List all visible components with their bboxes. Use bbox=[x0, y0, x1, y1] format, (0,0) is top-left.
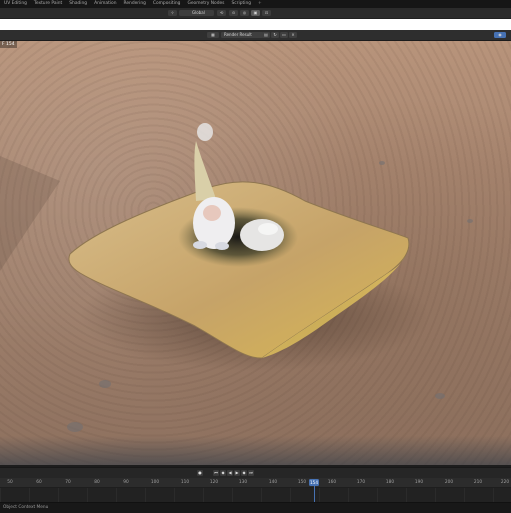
proportional-edit-icon[interactable]: ◎ bbox=[240, 10, 249, 16]
editor-type-icon[interactable]: ▦ bbox=[207, 32, 219, 38]
image-name-field[interactable]: Render Result bbox=[221, 32, 263, 38]
tab-compositing[interactable]: Compositing bbox=[149, 0, 184, 8]
tab-animation[interactable]: Animation bbox=[90, 0, 119, 8]
stone-highlight bbox=[258, 223, 278, 235]
render-viewport[interactable]: F 154 bbox=[0, 41, 511, 465]
image-browse-icon[interactable]: ▤ bbox=[262, 32, 270, 38]
orientation-icon[interactable]: ⊹ bbox=[168, 10, 177, 16]
jump-start-icon[interactable]: ⏮ bbox=[213, 470, 219, 476]
add-workspace-button[interactable]: + bbox=[254, 0, 265, 8]
tick-label: 60 bbox=[36, 480, 42, 485]
image-name-label: Render Result bbox=[224, 32, 252, 37]
tab-scripting[interactable]: Scripting bbox=[227, 0, 254, 8]
transform-orientation-dropdown[interactable]: Global bbox=[179, 10, 214, 16]
play-reverse-icon[interactable]: ◀ bbox=[227, 470, 233, 476]
frame-label: F 154 bbox=[0, 41, 17, 48]
next-keyframe-icon[interactable]: ◆ bbox=[241, 470, 247, 476]
overlay-icon[interactable]: ▣ bbox=[251, 10, 260, 16]
tab-uv-editing[interactable]: UV Editing bbox=[0, 0, 30, 8]
tick-label: 50 bbox=[7, 480, 13, 485]
tick-label: 200 bbox=[444, 480, 454, 485]
workspace-tabs: UV Editing Texture Paint Shading Animati… bbox=[0, 0, 511, 8]
gnome-foot bbox=[193, 241, 207, 249]
tick-label: 70 bbox=[65, 480, 71, 485]
gnome-pompom bbox=[197, 123, 213, 141]
transform-orientation-label: Global bbox=[192, 10, 205, 15]
blank-panel bbox=[0, 19, 511, 30]
tick-label: 120 bbox=[209, 480, 219, 485]
tick-label: 110 bbox=[180, 480, 190, 485]
gnome-foot-right bbox=[215, 242, 229, 250]
cast-shadow bbox=[0, 156, 60, 271]
header-toolbar: ⊹ Global ⟲ ⊙ ◎ ▣ ⊡ bbox=[0, 8, 511, 19]
tab-texture-paint[interactable]: Texture Paint bbox=[30, 0, 65, 8]
gnome-hat bbox=[194, 141, 216, 201]
viewport-footer-shade bbox=[0, 436, 511, 465]
tick-label: 80 bbox=[94, 480, 100, 485]
tick-label: 170 bbox=[356, 480, 366, 485]
prev-keyframe-icon[interactable]: ◆ bbox=[220, 470, 226, 476]
tab-geometry-nodes[interactable]: Geometry Nodes bbox=[183, 0, 227, 8]
reload-icon[interactable]: ↻ bbox=[271, 32, 279, 38]
tab-shading[interactable]: Shading bbox=[65, 0, 90, 8]
tick-label: 180 bbox=[385, 480, 395, 485]
tick-label: 130 bbox=[238, 480, 248, 485]
tick-label: 100 bbox=[150, 480, 160, 485]
folder-icon[interactable]: ▭ bbox=[280, 32, 288, 38]
white-stone bbox=[240, 219, 284, 251]
tick-label: 140 bbox=[268, 480, 278, 485]
tab-rendering[interactable]: Rendering bbox=[119, 0, 148, 8]
keyframe-icon[interactable]: ● bbox=[197, 470, 203, 476]
gnome-face bbox=[203, 205, 221, 221]
close-icon[interactable]: × bbox=[289, 32, 297, 38]
current-frame-indicator[interactable]: 154 bbox=[309, 479, 319, 486]
tick-label: 220 bbox=[500, 480, 510, 485]
render-image bbox=[0, 123, 473, 432]
pivot-icon[interactable]: ⟲ bbox=[217, 10, 226, 16]
snap-icon[interactable]: ⊙ bbox=[229, 10, 238, 16]
camera-icon[interactable]: ◉ bbox=[494, 32, 506, 38]
xray-icon[interactable]: ⊡ bbox=[262, 10, 271, 16]
timeline-ruler[interactable]: 50 60 70 80 90 100 110 120 130 140 150 1… bbox=[0, 478, 511, 488]
playhead[interactable] bbox=[314, 486, 315, 502]
jump-end-icon[interactable]: ⏭ bbox=[248, 470, 254, 476]
tick-label: 90 bbox=[123, 480, 129, 485]
tick-label: 190 bbox=[414, 480, 424, 485]
tick-label: 210 bbox=[473, 480, 483, 485]
timeline-tracks[interactable] bbox=[0, 488, 511, 502]
play-icon[interactable]: ▶ bbox=[234, 470, 240, 476]
status-bar: Object Context Menu bbox=[0, 502, 511, 513]
tick-label: 150 bbox=[297, 480, 307, 485]
tick-label: 160 bbox=[327, 480, 337, 485]
image-editor-header: ▦ Render Result ▤ ↻ ▭ × ◉ bbox=[0, 30, 511, 41]
